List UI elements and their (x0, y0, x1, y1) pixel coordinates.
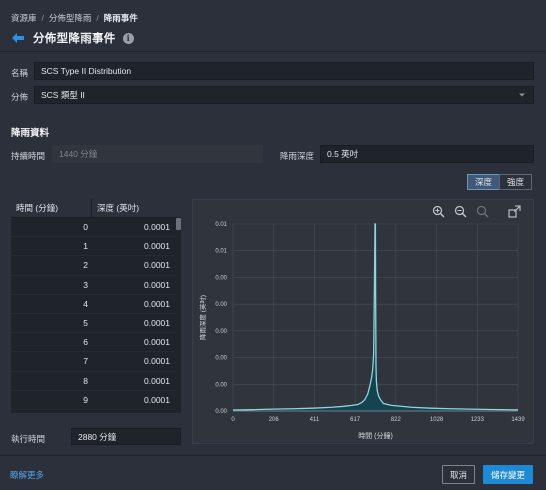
column-header-depth: 深度 (英吋) (91, 199, 176, 217)
duration-field-placeholder: 1440 分鐘 (59, 149, 98, 159)
cell-depth: 0.0001 (144, 222, 170, 233)
name-field-value: SCS Type II Distribution (41, 66, 132, 76)
title-row: 分佈型降雨事件 i (11, 30, 134, 46)
cell-depth: 0.0001 (144, 375, 170, 386)
run-time-field[interactable]: 2880 分鐘 (71, 428, 181, 445)
x-axis-label: 時間 (分鐘) (358, 431, 393, 440)
y-tick-label: 0.00 (215, 356, 227, 362)
run-time-label: 執行時間 (11, 434, 46, 444)
page-header: 資源庫 / 分佈型降雨 / 降雨事件 分佈型降雨事件 i (0, 0, 546, 52)
rainfall-depth-value: 0.5 英吋 (327, 149, 359, 159)
depth-intensity-toggle: 深度 強度 (467, 174, 532, 190)
cell-depth: 0.0001 (144, 318, 170, 329)
cell-time: 4 (83, 298, 88, 309)
table-row[interactable]: 5 0.0001 (11, 314, 181, 334)
column-header-time: 時間 (分鐘) (16, 203, 59, 213)
table-row[interactable]: 4 0.0001 (11, 295, 181, 314)
table-row[interactable]: 7 0.0001 (11, 352, 181, 372)
rainfall-depth-label: 降雨深度 (280, 151, 315, 161)
y-tick-label: 0.00 (215, 302, 227, 308)
breadcrumb: 資源庫 / 分佈型降雨 / 降雨事件 (11, 12, 138, 24)
y-tick-label: 0.01 (215, 249, 227, 255)
rainfall-chart: 0 206 411 617 822 1028 1233 1439 0.00 0.00 0.00 0.0… (198, 222, 525, 440)
rainfall-depth-field[interactable]: 0.5 英吋 (320, 145, 534, 163)
cell-depth: 0.0001 (144, 394, 170, 405)
x-tick-label: 1028 (430, 417, 444, 423)
x-tick-label: 617 (350, 417, 361, 423)
info-icon[interactable]: i (122, 32, 134, 44)
rainfall-section-title: 降雨資料 (11, 128, 50, 139)
cell-time: 1 (83, 241, 88, 252)
distribution-select[interactable]: SCS 類型 II (34, 86, 534, 104)
table-row[interactable]: 2 0.0001 (11, 256, 181, 276)
cell-depth: 0.0001 (144, 298, 170, 309)
table-scrollbar[interactable] (176, 218, 181, 413)
y-tick-label: 0.00 (215, 275, 227, 281)
y-tick-label: 0.00 (215, 329, 227, 335)
cell-time: 6 (83, 337, 88, 348)
x-tick-label: 0 (231, 417, 235, 423)
breadcrumb-item-current: 降雨事件 (103, 13, 138, 23)
x-tick-label: 1233 (471, 417, 485, 423)
table-row[interactable]: 8 0.0001 (11, 372, 181, 391)
cell-depth: 0.0001 (144, 279, 170, 290)
table-row[interactable]: 9 0.0001 (11, 391, 181, 410)
depth-toggle-button[interactable]: 深度 (467, 174, 500, 190)
cell-depth: 0.0001 (144, 356, 170, 367)
cell-time: 0 (83, 222, 88, 233)
name-field[interactable]: SCS Type II Distribution (34, 62, 534, 80)
table-row[interactable]: 6 0.0001 (11, 333, 181, 353)
duration-field: 1440 分鐘 (52, 145, 263, 163)
cell-time: 7 (83, 356, 88, 367)
save-button[interactable]: 儲存變更 (483, 465, 533, 484)
distribution-select-value: SCS 類型 II (41, 90, 85, 100)
y-tick-label: 0.00 (215, 409, 227, 415)
cell-time: 8 (83, 375, 88, 386)
x-tick-label: 822 (391, 417, 402, 423)
run-time-value: 2880 分鐘 (78, 431, 117, 442)
intensity-toggle-label: 強度 (506, 177, 524, 187)
breadcrumb-item-distributed-rainfall[interactable]: 分佈型降雨 (49, 13, 92, 23)
cell-time: 3 (83, 279, 88, 290)
learn-more-link[interactable]: 瞭解更多 (10, 469, 44, 481)
table-row[interactable]: 3 0.0001 (11, 276, 181, 295)
y-tick-label: 0.00 (215, 382, 227, 388)
cancel-button-label: 取消 (449, 469, 467, 480)
y-tick-label: 0.01 (215, 222, 227, 228)
table-header: 時間 (分鐘) 深度 (英吋) (11, 199, 181, 218)
x-tick-label: 411 (310, 417, 320, 423)
name-label: 名稱 (11, 68, 29, 78)
cell-time: 2 (83, 260, 88, 271)
footer: 瞭解更多 取消 儲存變更 (0, 455, 546, 490)
cell-time: 9 (83, 394, 88, 405)
back-arrow-icon[interactable] (11, 32, 25, 44)
breadcrumb-item-library[interactable]: 資源庫 (11, 13, 37, 23)
save-button-label: 儲存變更 (490, 469, 525, 480)
duration-label: 持續時間 (11, 151, 46, 161)
scrollbar-thumb[interactable] (176, 218, 181, 230)
x-tick-label: 206 (269, 417, 280, 423)
cell-time: 5 (83, 318, 88, 329)
table-body: 0 0.0001 1 0.0001 2 0.0001 3 0.0001 4 0.0001 5 0.00… (11, 218, 181, 410)
table-row[interactable]: 1 0.0001 (11, 237, 181, 257)
distribution-label: 分佈 (11, 92, 29, 102)
breadcrumb-separator: / (41, 13, 44, 23)
x-tick-label: 1439 (511, 417, 525, 423)
breadcrumb-separator: / (96, 13, 99, 23)
depth-toggle-label: 深度 (474, 177, 492, 187)
cell-depth: 0.0001 (144, 260, 170, 271)
cancel-button[interactable]: 取消 (442, 465, 475, 484)
page-title: 分佈型降雨事件 (33, 33, 116, 45)
intensity-toggle-button[interactable]: 強度 (499, 174, 532, 190)
chevron-down-icon (519, 93, 525, 97)
y-axis-label: 降雨深度 (英吋) (198, 295, 207, 340)
rainfall-table: 時間 (分鐘) 深度 (英吋) 0 0.0001 1 0.0001 2 0.0001 3 0.… (11, 199, 181, 413)
cell-depth: 0.0001 (144, 241, 170, 252)
table-row[interactable]: 0 0.0001 (11, 218, 181, 238)
cell-depth: 0.0001 (144, 337, 170, 348)
chart-panel: 0 206 411 617 822 1028 1233 1439 0.00 0.00 0.00 0.0… (192, 199, 534, 444)
